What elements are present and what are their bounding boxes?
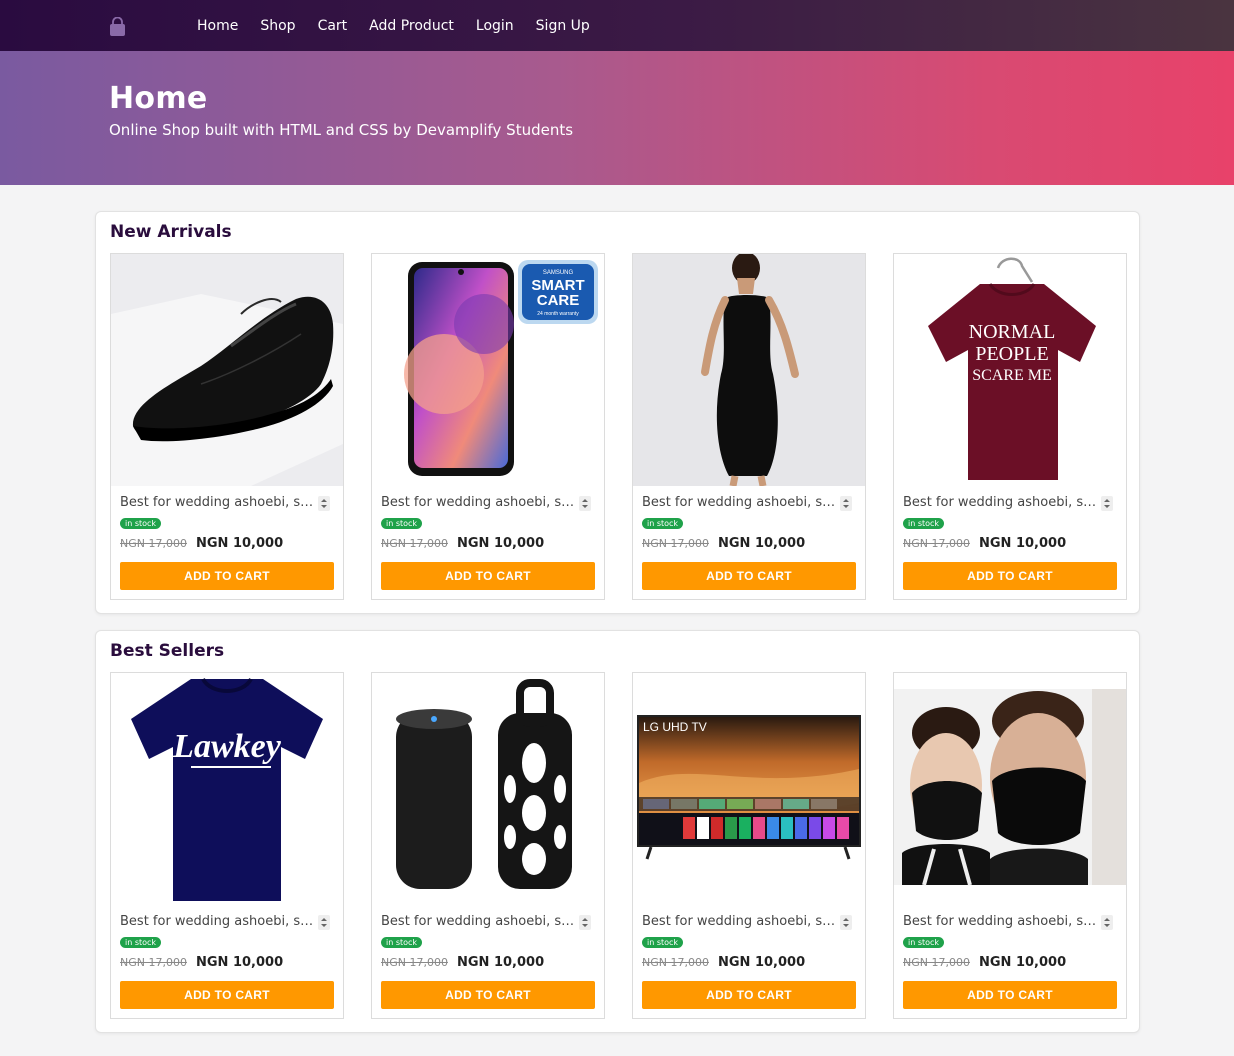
chevron-up-down-icon[interactable] xyxy=(579,915,591,930)
status-badge: in stock xyxy=(642,937,684,948)
old-price: NGN 17,000 xyxy=(903,537,970,550)
tshirt-image-label-3: SCARE ME xyxy=(972,367,1052,384)
product-card[interactable]: Best for wedding ashoebi, sch... in stoc… xyxy=(110,253,344,600)
product-card[interactable]: LG UHD TV Best for wedding ashoebi, sch.… xyxy=(632,672,866,1019)
old-price: NGN 17,000 xyxy=(903,956,970,969)
chevron-up-down-icon[interactable] xyxy=(1101,915,1113,930)
add-to-cart-button[interactable]: ADD TO CART xyxy=(381,981,595,1009)
product-card[interactable]: Best for wedding ashoebi, sch... in stoc… xyxy=(371,672,605,1019)
price: NGN 10,000 xyxy=(196,536,284,551)
nav-link-add-product[interactable]: Add Product xyxy=(369,18,454,34)
speaker-image[interactable] xyxy=(372,673,604,905)
add-to-cart-button[interactable]: ADD TO CART xyxy=(120,562,334,590)
add-to-cart-button[interactable]: ADD TO CART xyxy=(120,981,334,1009)
phone-image-label-4: 24 month warranty xyxy=(537,311,579,317)
shopping-bag-icon[interactable] xyxy=(109,17,126,37)
chevron-up-down-icon[interactable] xyxy=(318,915,330,930)
add-to-cart-button[interactable]: ADD TO CART xyxy=(642,562,856,590)
old-price: NGN 17,000 xyxy=(120,956,187,969)
product-card[interactable]: SAMSUNG SMART CARE 24 month warranty Bes… xyxy=(371,253,605,600)
shoe-image[interactable] xyxy=(111,254,343,486)
product-card[interactable]: Lawkey Best for wedding ashoebi, sch... … xyxy=(110,672,344,1019)
price: NGN 10,000 xyxy=(718,536,806,551)
tshirt-image[interactable]: NORMAL PEOPLE SCARE ME xyxy=(894,254,1126,486)
product-name: Best for wedding ashoebi, sch... xyxy=(903,495,1098,510)
nav-link-login[interactable]: Login xyxy=(476,18,514,34)
chevron-up-down-icon[interactable] xyxy=(840,915,852,930)
product-grid: Best for wedding ashoebi, sch... in stoc… xyxy=(110,253,1127,600)
page-subtitle: Online Shop built with HTML and CSS by D… xyxy=(109,121,574,139)
old-price: NGN 17,000 xyxy=(381,537,448,550)
page-title: Home xyxy=(109,81,208,116)
chevron-up-down-icon[interactable] xyxy=(840,496,852,511)
product-card[interactable]: NORMAL PEOPLE SCARE ME Best for wedding … xyxy=(893,253,1127,600)
product-card[interactable]: Best for wedding ashoebi, sch... in stoc… xyxy=(893,672,1127,1019)
product-name: Best for wedding ashoebi, sch... xyxy=(642,495,837,510)
product-card[interactable]: Best for wedding ashoebi, sch... in stoc… xyxy=(632,253,866,600)
price: NGN 10,000 xyxy=(196,955,284,970)
best-sellers-section: Best Sellers Lawkey Best for wedding ash… xyxy=(95,630,1140,1033)
old-price: NGN 17,000 xyxy=(642,537,709,550)
nav-link-sign-up[interactable]: Sign Up xyxy=(536,18,590,34)
price: NGN 10,000 xyxy=(979,955,1067,970)
status-badge: in stock xyxy=(381,518,423,529)
phone-image-label-3: CARE xyxy=(537,292,580,309)
nav-link-home[interactable]: Home xyxy=(197,18,238,34)
tv-image-label: LG UHD TV xyxy=(643,720,707,734)
price: NGN 10,000 xyxy=(457,955,545,970)
dress-image[interactable] xyxy=(633,254,865,486)
tv-image[interactable]: LG UHD TV xyxy=(633,673,865,905)
product-name: Best for wedding ashoebi, sch... xyxy=(381,914,576,929)
product-name: Best for wedding ashoebi, sch... xyxy=(903,914,1098,929)
nav-link-cart[interactable]: Cart xyxy=(318,18,348,34)
product-name: Best for wedding ashoebi, sch... xyxy=(120,495,315,510)
face-mask-image[interactable] xyxy=(894,673,1126,905)
add-to-cart-button[interactable]: ADD TO CART xyxy=(642,981,856,1009)
hero-banner: Home Online Shop built with HTML and CSS… xyxy=(0,51,1234,185)
old-price: NGN 17,000 xyxy=(120,537,187,550)
navbar: Home Shop Cart Add Product Login Sign Up xyxy=(0,0,1234,51)
nav-link-shop[interactable]: Shop xyxy=(260,18,295,34)
tshirt-image-label-2: PEOPLE xyxy=(975,343,1048,365)
chevron-up-down-icon[interactable] xyxy=(579,496,591,511)
tshirt-image-label-1: NORMAL xyxy=(969,321,1056,343)
old-price: NGN 17,000 xyxy=(381,956,448,969)
navy-tshirt-image[interactable]: Lawkey xyxy=(111,673,343,905)
section-title: Best Sellers xyxy=(110,641,225,661)
section-title: New Arrivals xyxy=(110,222,232,242)
product-name: Best for wedding ashoebi, sch... xyxy=(642,914,837,929)
price: NGN 10,000 xyxy=(457,536,545,551)
add-to-cart-button[interactable]: ADD TO CART xyxy=(903,981,1117,1009)
phone-image[interactable]: SAMSUNG SMART CARE 24 month warranty xyxy=(372,254,604,486)
chevron-up-down-icon[interactable] xyxy=(1101,496,1113,511)
add-to-cart-button[interactable]: ADD TO CART xyxy=(381,562,595,590)
status-badge: in stock xyxy=(642,518,684,529)
status-badge: in stock xyxy=(120,518,162,529)
phone-image-label-1: SAMSUNG xyxy=(543,270,574,276)
product-name: Best for wedding ashoebi, sch... xyxy=(120,914,315,929)
status-badge: in stock xyxy=(903,518,945,529)
price: NGN 10,000 xyxy=(979,536,1067,551)
old-price: NGN 17,000 xyxy=(642,956,709,969)
chevron-up-down-icon[interactable] xyxy=(318,496,330,511)
status-badge: in stock xyxy=(903,937,945,948)
status-badge: in stock xyxy=(120,937,162,948)
product-grid: Lawkey Best for wedding ashoebi, sch... … xyxy=(110,672,1127,1019)
navy-tshirt-image-label: Lawkey xyxy=(172,728,282,765)
product-name: Best for wedding ashoebi, sch... xyxy=(381,495,576,510)
status-badge: in stock xyxy=(381,937,423,948)
nav-links: Home Shop Cart Add Product Login Sign Up xyxy=(197,0,612,51)
price: NGN 10,000 xyxy=(718,955,806,970)
new-arrivals-section: New Arrivals Best for wedding ashoebi, s… xyxy=(95,211,1140,614)
add-to-cart-button[interactable]: ADD TO CART xyxy=(903,562,1117,590)
